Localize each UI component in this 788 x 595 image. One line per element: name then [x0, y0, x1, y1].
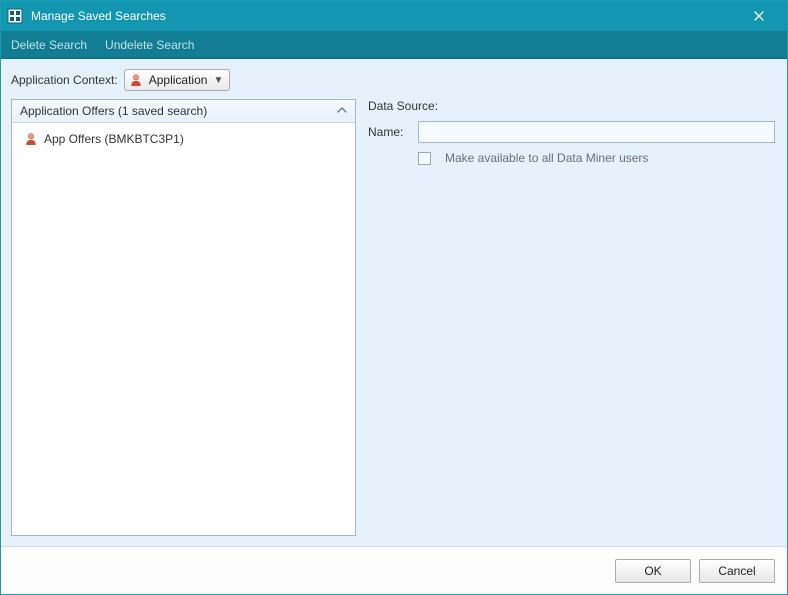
dialog-body: Application Context: Application ▼ Appli… — [1, 59, 787, 546]
person-icon — [129, 73, 143, 87]
application-context-row: Application Context: Application ▼ — [11, 69, 777, 91]
cancel-button[interactable]: Cancel — [699, 559, 775, 583]
application-context-dropdown[interactable]: Application ▼ — [124, 69, 231, 91]
tree-group-header[interactable]: Application Offers (1 saved search) — [12, 100, 355, 123]
ok-button[interactable]: OK — [615, 559, 691, 583]
share-row: Make available to all Data Miner users — [368, 151, 775, 165]
manage-saved-searches-window: Manage Saved Searches Delete Search Unde… — [0, 0, 788, 595]
chevron-up-icon — [337, 104, 347, 118]
share-checkbox[interactable] — [418, 152, 431, 165]
data-source-label: Data Source: — [368, 99, 446, 113]
chevron-down-icon: ▼ — [213, 75, 223, 86]
dialog-footer: OK Cancel — [1, 546, 787, 594]
application-context-label: Application Context: — [11, 73, 118, 87]
toolbar: Delete Search Undelete Search — [1, 31, 787, 59]
saved-search-label: App Offers (BMKBTC3P1) — [44, 132, 184, 146]
window-title: Manage Saved Searches — [31, 9, 739, 23]
saved-searches-tree: Application Offers (1 saved search) — [11, 99, 356, 536]
saved-search-item[interactable]: App Offers (BMKBTC3P1) — [20, 129, 347, 149]
app-icon — [7, 8, 23, 24]
share-label: Make available to all Data Miner users — [445, 151, 648, 165]
main-split: Application Offers (1 saved search) — [11, 99, 777, 536]
close-button[interactable] — [739, 2, 779, 30]
data-source-row: Data Source: — [368, 99, 775, 113]
tree-list: App Offers (BMKBTC3P1) — [12, 123, 355, 535]
name-row: Name: — [368, 121, 775, 143]
person-icon — [24, 132, 38, 146]
name-label: Name: — [368, 125, 410, 139]
name-input[interactable] — [418, 121, 775, 143]
titlebar: Manage Saved Searches — [1, 1, 787, 31]
tree-group-label: Application Offers (1 saved search) — [20, 104, 207, 118]
application-context-value: Application — [149, 73, 208, 87]
delete-search-button[interactable]: Delete Search — [11, 38, 87, 52]
undelete-search-button[interactable]: Undelete Search — [105, 38, 194, 52]
details-pane: Data Source: Name: Make available to all… — [366, 99, 777, 536]
